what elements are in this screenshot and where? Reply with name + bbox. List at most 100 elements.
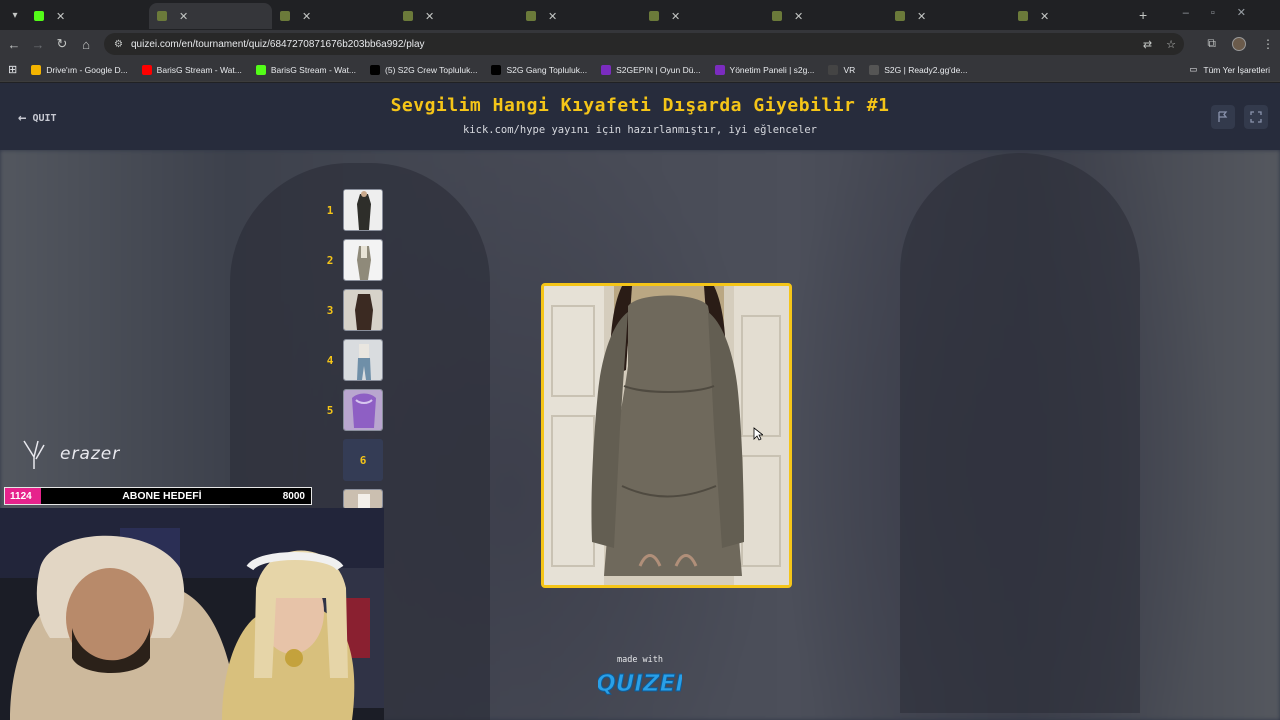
browser-tab[interactable]: Sevgilim Hangi Kıyafe✕ <box>149 3 272 29</box>
bookmark-label: (5) S2G Crew Topluluk... <box>385 64 478 75</box>
translate-icon[interactable]: ⇄ <box>1143 38 1152 51</box>
fullscreen-icon <box>1250 111 1262 123</box>
subscriber-goal-bar: 1124 ABONE HEDEFİ 8000 <box>4 487 312 505</box>
thumbnail-image[interactable] <box>343 389 383 431</box>
tab-title: EN İYİ LVBEL C5 ŞARI <box>887 15 1010 29</box>
site-info-icon[interactable]: ⚙ <box>114 39 123 50</box>
new-tab-button[interactable]: + <box>1139 7 1147 23</box>
browser-tab[interactable]: Ne Kadar Kıskançsın✕ <box>518 3 641 29</box>
bookmark-label: VR <box>843 64 856 75</box>
x-icon <box>370 64 381 75</box>
thumbnail-row[interactable]: 1 <box>320 189 383 231</box>
folder-icon: ▭ <box>1189 64 1198 74</box>
bookmark-item[interactable]: BarisG Stream - Wat... <box>141 64 242 75</box>
fullscreen-button[interactable] <box>1244 105 1268 129</box>
profile-avatar[interactable] <box>1232 36 1246 51</box>
bookmark-label: S2GEPIN | Oyun Dü... <box>616 64 701 75</box>
apps-icon[interactable]: ⊞ <box>8 63 17 76</box>
s2g-icon <box>714 64 725 75</box>
thumbnail-row[interactable] <box>320 489 383 509</box>
bookmark-star-icon[interactable]: ☆ <box>1166 38 1176 51</box>
url-text: quizei.com/en/tournament/quiz/6847270871… <box>130 38 425 50</box>
sub-goal-target: 8000 <box>282 490 305 502</box>
thumbnail-row[interactable]: 3 <box>320 289 383 331</box>
webcam-overlay <box>0 508 384 720</box>
tab-title: En İyi Yemekler (Karı <box>395 15 518 29</box>
thumbnail-row-current: 6 <box>320 439 383 481</box>
bookmark-item[interactable]: Yönetim Paneli | s2g... <box>714 64 815 75</box>
extensions-icon[interactable]: ⧉ <box>1207 36 1216 51</box>
quiz-title: Sevgilim Hangi Kıyafeti Dışarda Giyebili… <box>390 95 890 116</box>
all-bookmarks[interactable]: ▭ Tüm Yer İşaretleri <box>1189 64 1270 75</box>
thumbnail-image[interactable] <box>343 189 383 231</box>
bookmark-label: Drive'ım - Google D... <box>46 64 128 75</box>
report-flag-button[interactable] <box>1211 105 1235 129</box>
globe-icon <box>869 64 880 75</box>
thumbnail-image[interactable] <box>343 289 383 331</box>
bookmark-item[interactable]: S2G Gang Topluluk... <box>491 64 588 75</box>
bookmark-item[interactable]: (5) S2G Crew Topluluk... <box>370 64 478 75</box>
quiz-page: ← QUIT Sevgilim Hangi Kıyafeti Dışarda G… <box>0 83 1280 720</box>
browser-tab[interactable]: En İyi Yemekler (Karı✕ <box>395 3 518 29</box>
back-icon[interactable]: ← <box>2 37 26 52</box>
vr-icon <box>828 64 839 75</box>
bookmark-item[interactable]: S2G | Ready2.gg'de... <box>869 64 968 75</box>
tab-title: Stream - Kick Dashboard <box>26 15 149 29</box>
mouse-cursor-icon <box>753 427 763 441</box>
browser-tab[interactable]: TÜRK FİLM DİZİ TARİ✕ <box>764 3 887 29</box>
bookmark-label: S2G | Ready2.gg'de... <box>884 64 968 75</box>
bookmark-label: S2G Gang Topluluk... <box>506 64 588 75</box>
browser-tab[interactable]: Stream - Kick Dashboard✕ <box>26 3 149 29</box>
bookmark-label: Yönetim Paneli | s2g... <box>729 64 815 75</box>
browser-tab-bar: ▾ Stream - Kick Dashboard✕Sevgilim Hangi… <box>0 0 1280 30</box>
current-match-number: 6 <box>343 439 383 481</box>
browser-tab[interactable]: SEVGİLİYLE YAPILABİ✕ <box>1010 3 1133 29</box>
quiz-header: ← QUIT Sevgilim Hangi Kıyafeti Dışarda G… <box>0 83 1280 150</box>
thumbnail-image[interactable] <box>343 239 383 281</box>
tab-title: SEVGİLİYLE YAPILABİ <box>1010 15 1133 29</box>
thumbnail-row[interactable]: 2 <box>320 239 383 281</box>
tab-search-icon[interactable]: ▾ <box>4 4 26 26</box>
reload-icon[interactable]: ↻ <box>50 36 74 52</box>
tab-title: 1 Milyar $ için ne yap <box>272 15 395 29</box>
sub-goal-current: 1124 <box>5 488 41 504</box>
bookmark-item[interactable]: VR <box>828 64 856 75</box>
quizei-logo[interactable]: QUIZEI <box>596 665 685 699</box>
flag-icon <box>1218 111 1228 122</box>
tab-title: Sevgilinle Hangisini Y <box>641 15 764 29</box>
tab-title: TÜRK FİLM DİZİ TARİ <box>764 15 887 29</box>
thumbnail-image[interactable] <box>343 489 383 509</box>
google-drive-icon <box>31 64 42 75</box>
bookmark-item[interactable]: BarisG Stream - Wat... <box>255 64 357 75</box>
window-controls[interactable]: –▫✕ <box>1183 6 1268 19</box>
background-figure <box>900 153 1140 713</box>
thumbnail-row[interactable]: 4 <box>320 339 383 381</box>
kick-icon <box>255 64 266 75</box>
thumbnail-image[interactable] <box>343 339 383 381</box>
browser-tab[interactable]: EN İYİ LVBEL C5 ŞARI✕ <box>887 3 1010 29</box>
home-icon[interactable]: ⌂ <box>74 37 98 52</box>
bookmark-label: BarisG Stream - Wat... <box>156 64 242 75</box>
browser-tab[interactable]: Sevgilinle Hangisini Y✕ <box>641 3 764 29</box>
s2g-icon <box>601 64 612 75</box>
youtube-icon <box>141 64 152 75</box>
quiz-subtitle: kick.com/hype yayını için hazırlanmıştır… <box>462 124 817 136</box>
svg-text:QUIZEI: QUIZEI <box>598 671 682 697</box>
bookmark-label: BarisG Stream - Wat... <box>270 64 357 75</box>
erazer-brand: erazer <box>22 439 120 469</box>
browser-toolbar: ← → ↻ ⌂ ⚙ quizei.com/en/tournament/quiz/… <box>0 30 1280 58</box>
bookmarks-bar: ⊞ Drive'ım - Google D... BarisG Stream - … <box>0 58 1280 82</box>
browser-tab[interactable]: 1 Milyar $ için ne yap✕ <box>272 3 395 29</box>
forward-icon[interactable]: → <box>26 37 50 52</box>
erazer-logo-icon <box>23 440 45 469</box>
address-bar[interactable]: ⚙ quizei.com/en/tournament/quiz/68472708… <box>104 33 1184 55</box>
made-with-label: made with <box>616 655 664 665</box>
x-icon <box>491 64 502 75</box>
bookmark-item[interactable]: S2GEPIN | Oyun Dü... <box>601 64 701 75</box>
menu-icon[interactable]: ⋮ <box>1262 37 1274 51</box>
thumbnail-row[interactable]: 5 <box>320 389 383 431</box>
sub-goal-label: ABONE HEDEFİ <box>122 490 202 502</box>
tab-title: Ne Kadar Kıskançsın <box>518 15 641 29</box>
tab-title: Sevgilim Hangi Kıyafe <box>149 15 272 29</box>
bookmark-item[interactable]: Drive'ım - Google D... <box>31 64 128 75</box>
